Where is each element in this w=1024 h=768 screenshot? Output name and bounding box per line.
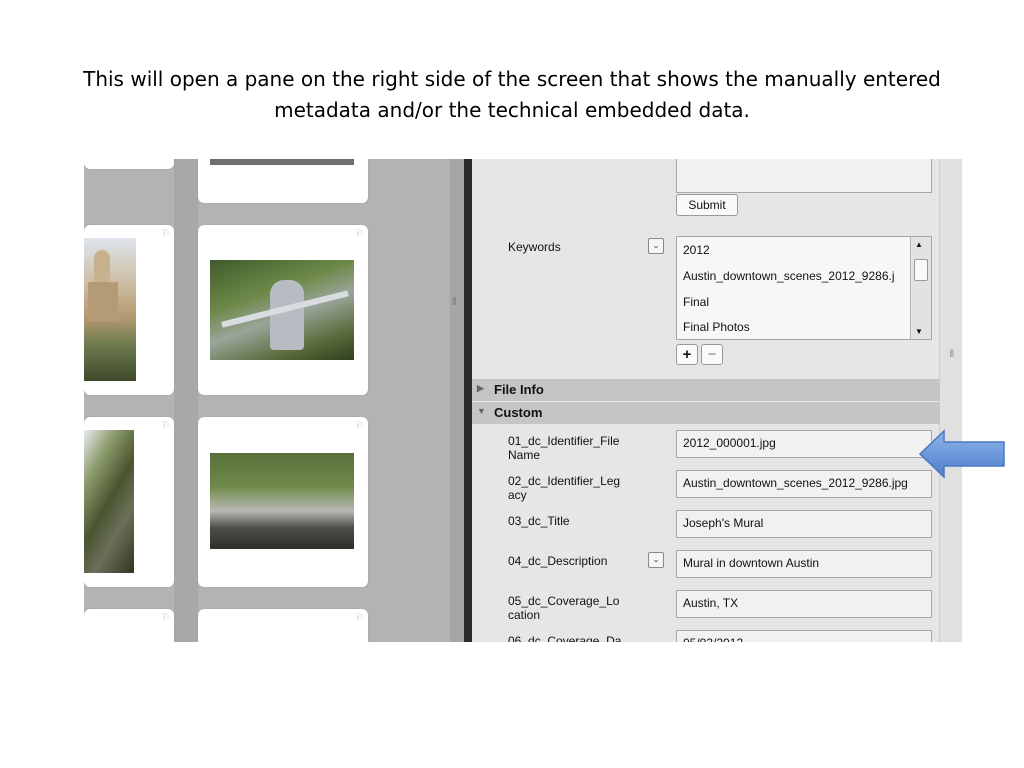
thumbnail-card[interactable]: ⚐ <box>198 609 368 642</box>
field-label: 03_dc_Title <box>508 514 570 528</box>
add-keyword-button[interactable]: + <box>676 344 698 365</box>
pane-gutter <box>450 159 464 642</box>
keywords-list[interactable]: 2012 Austin_downtown_scenes_2012_9286.j … <box>676 236 932 340</box>
flag-icon[interactable]: ⚐ <box>162 420 170 431</box>
expand-icon[interactable]: ⌄ <box>648 238 664 254</box>
expand-icon[interactable]: ⌄ <box>648 552 664 568</box>
grid-gutter <box>174 159 198 642</box>
plaza-image <box>210 453 354 549</box>
field-label: 04_dc_Description <box>508 554 608 568</box>
pane-scrollbar[interactable]: ⦀ <box>939 159 962 642</box>
flag-icon[interactable]: ⚐ <box>356 228 364 239</box>
thumbnail-card[interactable]: ⚐ <box>84 417 174 587</box>
metadata-pane: ⦀ Submit Keywords ⌄ 2012 Austin_downtown… <box>472 159 962 642</box>
thumbnail-card[interactable] <box>198 159 368 203</box>
flag-icon[interactable]: ⚐ <box>356 420 364 431</box>
disclosure-triangle-icon[interactable]: ▶ <box>477 383 484 394</box>
keyword-item[interactable]: 2012 <box>683 243 710 257</box>
field-label: 06_dc_Coverage_Da <box>508 634 622 642</box>
flag-icon[interactable]: ⚐ <box>356 612 364 623</box>
field-label: 05_dc_Coverage_Lo cation <box>508 594 620 622</box>
tree-image <box>84 430 134 573</box>
capitol-building-image <box>84 238 136 381</box>
keyword-item[interactable]: Final <box>683 295 709 309</box>
field-value[interactable]: Mural in downtown Austin <box>676 550 932 578</box>
field-label: 01_dc_Identifier_File Name <box>508 434 620 462</box>
keyword-item[interactable]: Final Photos <box>683 320 750 334</box>
keywords-label: Keywords <box>508 240 561 254</box>
keywords-scrollbar[interactable]: ▲ ▼ <box>910 237 931 339</box>
statue-image <box>210 260 354 360</box>
pointer-arrow-icon <box>918 429 1005 479</box>
field-value[interactable]: 2012_000001.jpg <box>676 430 932 458</box>
flag-icon[interactable]: ⚐ <box>162 228 170 239</box>
submit-button[interactable]: Submit <box>676 194 738 216</box>
field-value[interactable]: 05/03/2012 <box>676 630 932 642</box>
thumbnail-grid: ⚐ ⚐ ⚐ ⚐ ⚐ ⚐ <box>84 159 450 642</box>
section-custom[interactable]: ▼ Custom <box>472 402 940 424</box>
remove-keyword-button[interactable]: − <box>701 344 723 365</box>
field-value[interactable]: Austin, TX <box>676 590 932 618</box>
screenshot-region: ⚐ ⚐ ⚐ ⚐ ⚐ ⚐ ⦀ ⦀ Submit Keywords ⌄ 2012 A… <box>84 159 962 642</box>
section-file-info[interactable]: ▶ File Info <box>472 379 940 401</box>
keyword-item[interactable]: Austin_downtown_scenes_2012_9286.j <box>683 269 895 283</box>
field-label: 02_dc_Identifier_Leg acy <box>508 474 621 502</box>
field-value[interactable]: Austin_downtown_scenes_2012_9286.jpg <box>676 470 932 498</box>
thumbnail-card[interactable]: ⚐ <box>198 225 368 395</box>
scroll-up-icon[interactable]: ▲ <box>915 240 923 249</box>
resize-grip-icon[interactable]: ⦀ <box>950 349 954 360</box>
flag-icon[interactable]: ⚐ <box>162 612 170 623</box>
thumbnail-card[interactable] <box>84 159 174 169</box>
comment-textarea[interactable] <box>676 159 932 193</box>
slide-caption: This will open a pane on the right side … <box>83 67 941 122</box>
thumbnail-card[interactable]: ⚐ <box>84 225 174 395</box>
pane-separator[interactable] <box>464 159 472 642</box>
thumbnail-card[interactable]: ⚐ <box>198 417 368 587</box>
thumbnail-image <box>210 159 354 165</box>
thumbnail-card[interactable]: ⚐ <box>84 609 174 642</box>
field-value[interactable]: Joseph's Mural <box>676 510 932 538</box>
disclosure-triangle-icon[interactable]: ▼ <box>477 406 486 416</box>
resize-grip-icon[interactable]: ⦀ <box>452 297 456 311</box>
scroll-thumb[interactable] <box>914 259 928 281</box>
scroll-down-icon[interactable]: ▼ <box>915 327 923 336</box>
